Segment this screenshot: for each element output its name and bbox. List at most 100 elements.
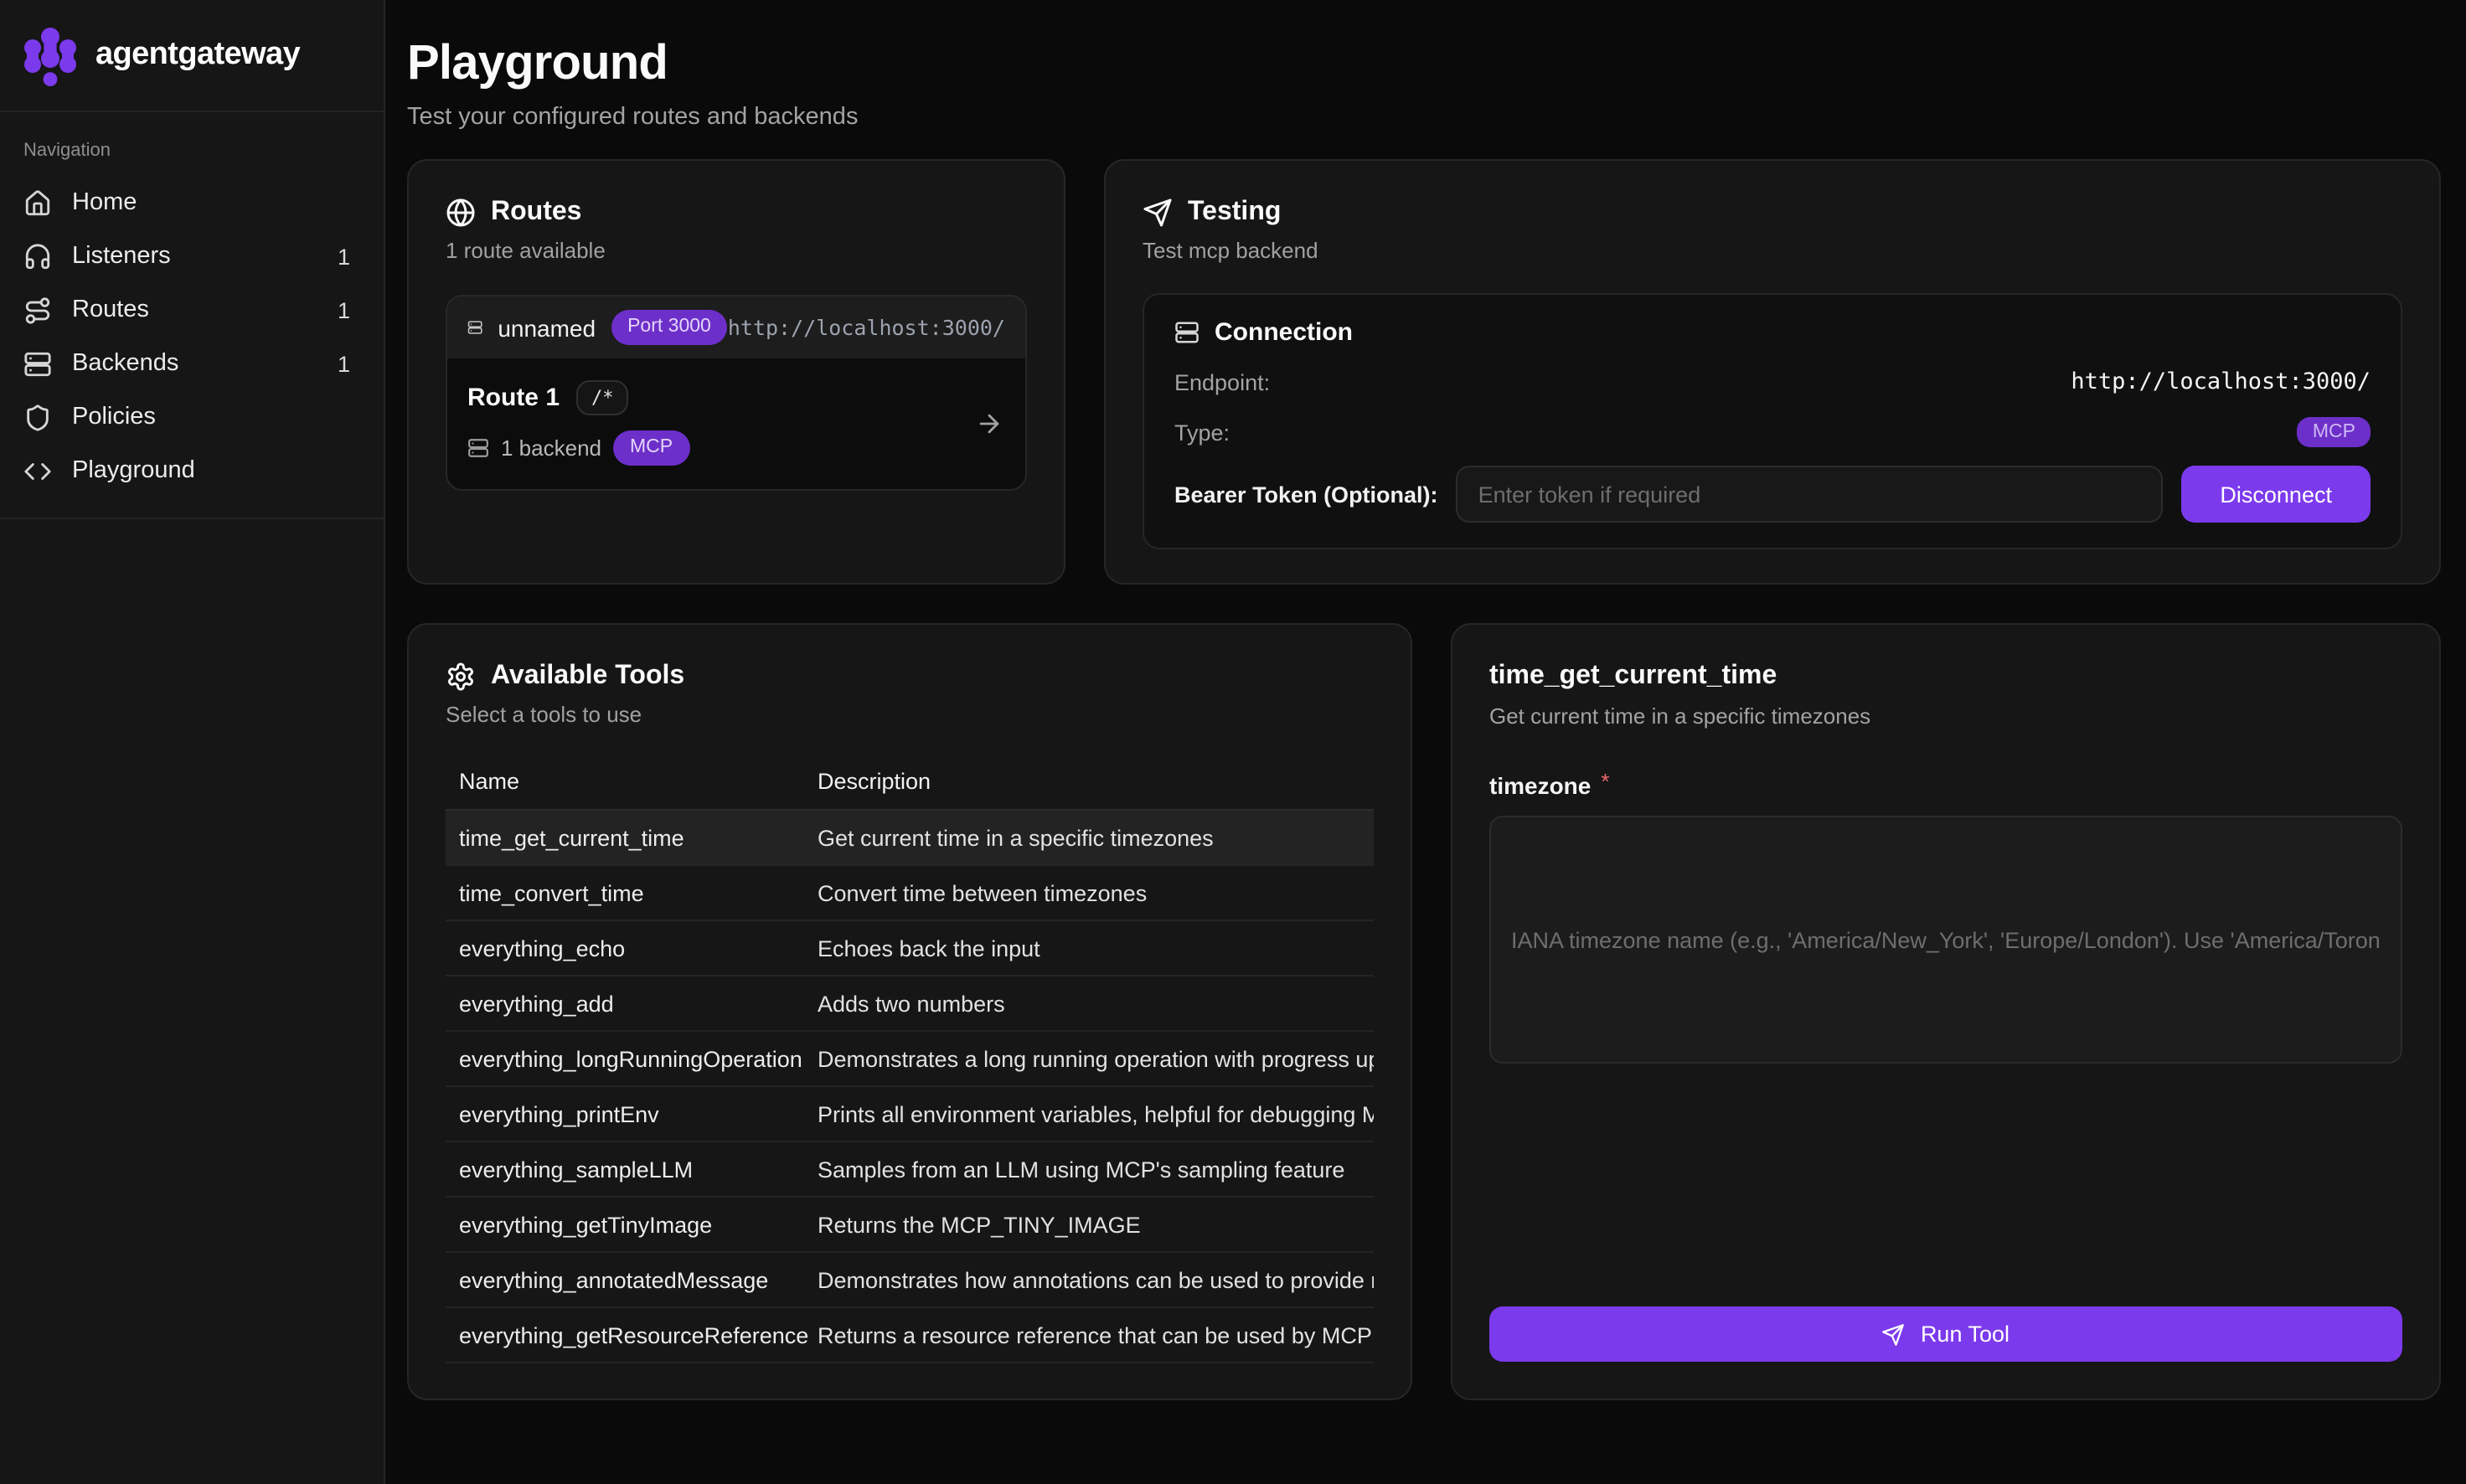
type-badge: MCP xyxy=(2298,418,2371,448)
bearer-token-input[interactable] xyxy=(1457,466,2164,523)
bearer-token-label: Bearer Token (Optional): xyxy=(1174,482,1438,508)
tool-runner-subtitle: Get current time in a specific timezones xyxy=(1489,704,2402,729)
send-icon xyxy=(1143,198,1173,229)
tool-row-everything-samplellm[interactable]: everything_sampleLLM Samples from an LLM… xyxy=(446,1143,1374,1198)
runner-spacer xyxy=(1489,1064,2402,1307)
connection-header: Connection xyxy=(1174,319,2371,348)
server-icon xyxy=(467,437,489,459)
tool-name: everything_longRunningOperation xyxy=(446,1047,818,1072)
tool-name: everything_annotatedMessage xyxy=(446,1268,818,1293)
disconnect-button[interactable]: Disconnect xyxy=(2181,466,2371,523)
home-icon xyxy=(23,188,52,217)
arrow-right-icon[interactable] xyxy=(975,410,1003,438)
sidebar: agentgateway Navigation Home Listeners 1 xyxy=(0,0,385,1484)
sidebar-item-label: Playground xyxy=(72,457,195,484)
tool-name: everything_getTinyImage xyxy=(446,1213,818,1238)
tool-description: Get current time in a specific timezones xyxy=(818,826,1374,851)
testing-card-subtitle: Test mcp backend xyxy=(1143,239,2402,264)
routes-card-header: Routes xyxy=(446,198,1027,229)
sidebar-item-routes[interactable]: Routes 1 xyxy=(0,283,384,337)
tool-name: everything_echo xyxy=(446,936,818,961)
route-icon xyxy=(23,296,52,324)
routes-card: Routes 1 route available unnamed Port 30… xyxy=(407,160,1065,585)
main-content: Playground Test your configured routes a… xyxy=(385,0,2466,1484)
tool-row-everything-echo[interactable]: everything_echo Echoes back the input xyxy=(446,922,1374,977)
gear-icon xyxy=(446,662,476,693)
tool-description: Convert time between timezones xyxy=(818,881,1374,906)
testing-card: Testing Test mcp backend Connection Endp… xyxy=(1104,160,2441,585)
sidebar-item-label: Policies xyxy=(72,404,156,430)
server-icon xyxy=(1174,321,1199,346)
timezone-input[interactable] xyxy=(1489,817,2402,1064)
route-line1: Route 1 /* xyxy=(467,381,1005,416)
tool-row-everything-gettinyimage[interactable]: everything_getTinyImage Returns the MCP_… xyxy=(446,1198,1374,1254)
testing-card-title: Testing xyxy=(1188,198,1281,229)
brand-name: agentgateway xyxy=(95,37,300,74)
send-icon xyxy=(1882,1323,1906,1347)
sidebar-divider xyxy=(0,518,384,519)
tool-description: Demonstrates a long running operation wi… xyxy=(818,1047,1374,1072)
tool-runner-card: time_get_current_time Get current time i… xyxy=(1451,624,2441,1401)
routes-card-title: Routes xyxy=(491,198,581,229)
tool-row-everything-printenv[interactable]: everything_printEnv Prints all environme… xyxy=(446,1088,1374,1143)
available-tools-card: Available Tools Select a tools to use Na… xyxy=(407,624,1412,1401)
sidebar-nav: Home Listeners 1 Routes 1 xyxy=(0,176,384,497)
run-tool-button[interactable]: Run Tool xyxy=(1489,1307,2402,1363)
tool-description: Echoes back the input xyxy=(818,936,1374,961)
sidebar-item-label: Routes xyxy=(72,296,149,323)
port-badge: Port 3000 xyxy=(611,311,728,346)
tool-description: Returns a resource reference that can be… xyxy=(818,1323,1374,1348)
headphones-icon xyxy=(23,242,52,271)
sidebar-item-label: Backends xyxy=(72,350,178,377)
tool-row-everything-longrunningoperation[interactable]: everything_longRunningOperation Demonstr… xyxy=(446,1033,1374,1088)
endpoint-row: Endpoint: http://localhost:3000/ xyxy=(1174,369,2371,396)
required-marker: * xyxy=(1601,770,1609,795)
run-tool-label: Run Tool xyxy=(1921,1322,2009,1347)
tool-runner-title: time_get_current_time xyxy=(1489,662,2402,693)
tool-description: Demonstrates how annotations can be used… xyxy=(818,1268,1374,1293)
route-path-badge: /* xyxy=(576,381,629,416)
type-row: Type: MCP xyxy=(1174,418,2371,448)
nav-section-label: Navigation xyxy=(23,141,384,161)
sidebar-item-policies[interactable]: Policies xyxy=(0,390,384,444)
tool-row-time-convert-time[interactable]: time_convert_time Convert time between t… xyxy=(446,867,1374,922)
route-name: Route 1 xyxy=(467,384,560,413)
tool-row-everything-add[interactable]: everything_add Adds two numbers xyxy=(446,977,1374,1033)
tool-name: time_convert_time xyxy=(446,881,818,906)
sidebar-item-playground[interactable]: Playground xyxy=(0,444,384,497)
timezone-field-label: timezone xyxy=(1489,773,1591,800)
listener-group: unnamed Port 3000 http://localhost:3000/… xyxy=(446,296,1027,492)
sidebar-item-label: Listeners xyxy=(72,243,171,270)
sidebar-item-listeners[interactable]: Listeners 1 xyxy=(0,229,384,283)
tools-table-header: Name Description xyxy=(446,755,1374,812)
sidebar-item-badge: 1 xyxy=(338,297,350,322)
server-icon xyxy=(23,349,52,378)
shield-icon xyxy=(23,403,52,431)
page-subtitle: Test your configured routes and backends xyxy=(407,105,2441,131)
tool-name: everything_printEnv xyxy=(446,1102,818,1127)
tool-row-time-get-current-time[interactable]: time_get_current_time Get current time i… xyxy=(446,812,1374,867)
tools-table: Name Description time_get_current_time G… xyxy=(446,755,1374,1364)
column-header-name: Name xyxy=(446,770,818,795)
testing-card-header: Testing xyxy=(1143,198,2402,229)
type-label: Type: xyxy=(1174,420,1230,446)
tool-name: time_get_current_time xyxy=(446,826,818,851)
agentgateway-logo-icon xyxy=(23,24,77,86)
listener-row[interactable]: unnamed Port 3000 http://localhost:3000/ xyxy=(447,297,1025,359)
globe-icon xyxy=(446,198,476,229)
sidebar-item-home[interactable]: Home xyxy=(0,176,384,229)
tools-card-header: Available Tools xyxy=(446,662,1374,693)
sidebar-item-backends[interactable]: Backends 1 xyxy=(0,337,384,390)
routes-card-subtitle: 1 route available xyxy=(446,239,1027,264)
tool-description: Prints all environment variables, helpfu… xyxy=(818,1102,1374,1127)
tool-row-everything-annotatedmessage[interactable]: everything_annotatedMessage Demonstrates… xyxy=(446,1254,1374,1309)
column-header-description: Description xyxy=(818,770,1374,795)
bearer-token-row: Bearer Token (Optional): Disconnect xyxy=(1174,466,2371,523)
brand[interactable]: agentgateway xyxy=(0,0,384,112)
tools-card-title: Available Tools xyxy=(491,662,684,693)
tool-row-everything-getresourcereference[interactable]: everything_getResourceReference Returns … xyxy=(446,1309,1374,1364)
tool-description: Returns the MCP_TINY_IMAGE xyxy=(818,1213,1374,1238)
tool-name: everything_sampleLLM xyxy=(446,1157,818,1183)
route-item[interactable]: Route 1 /* 1 backend MCP xyxy=(447,359,1025,490)
tool-description: Samples from an LLM using MCP's sampling… xyxy=(818,1157,1374,1183)
